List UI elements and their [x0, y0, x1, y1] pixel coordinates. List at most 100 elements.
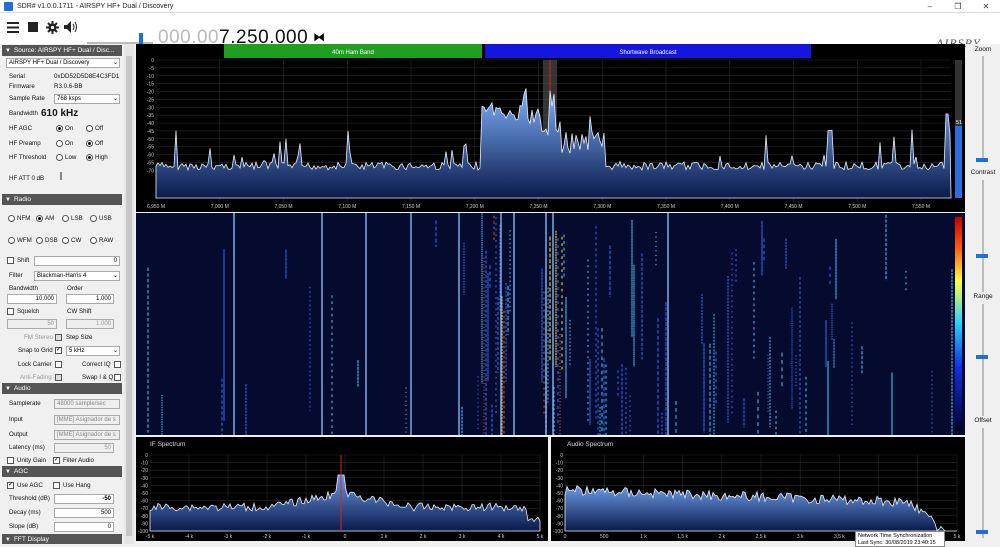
mode-wfm-radio[interactable] — [8, 237, 15, 244]
audio-input-select[interactable]: [MME] Asignador de s — [54, 415, 120, 425]
y-tick-label: -65 — [147, 161, 154, 167]
use-hang-checkbox[interactable] — [53, 482, 60, 489]
snap-to-grid-checkbox[interactable]: ✓ — [55, 347, 62, 354]
hf-threshold-high-radio[interactable] — [86, 154, 93, 161]
fft-section-header[interactable]: ▼ FFT Display — [2, 534, 122, 544]
y-tick-label: -25 — [147, 97, 154, 103]
waterfall-plot[interactable] — [136, 213, 965, 435]
audio-samplerate-select[interactable]: 48000 sample/sec — [54, 399, 120, 409]
range-slider-thumb[interactable] — [976, 355, 988, 359]
shift-checkbox[interactable] — [7, 257, 14, 264]
mode-cw-radio[interactable] — [62, 237, 69, 244]
source-header-label: Source: AIRSPY HF+ Dual / Disc... — [13, 47, 115, 54]
zoom-slider[interactable] — [982, 56, 984, 161]
menu-icon[interactable] — [5, 19, 21, 35]
toolbar: 000.007.250.000 ⧓ AIRSPY — [0, 13, 1000, 50]
hf-agc-off-radio[interactable] — [86, 125, 93, 132]
y-tick-label: -20 — [556, 468, 563, 474]
shift-input[interactable]: 0 — [34, 256, 120, 266]
left-panel-scrollbar[interactable] — [124, 44, 134, 544]
swap-iq-checkbox[interactable] — [114, 374, 121, 381]
anti-fading-checkbox[interactable] — [55, 374, 62, 381]
if-spectrum-plot[interactable]: IF Spectrum 0 -10-20 -30-40 -50 -60-70 -80-90… — [136, 437, 548, 541]
gear-icon[interactable] — [44, 19, 60, 35]
latency-input[interactable]: 50 — [54, 443, 114, 453]
step-size-select[interactable]: 5 kHz ⌄ — [66, 346, 120, 356]
y-tick-label: -70 — [141, 506, 148, 512]
mode-nfm-label: NFM — [17, 215, 31, 222]
spectrum-analyzer[interactable]: 40m Ham Band Shortwave Broadcast 0 -5 -10 -… — [136, 44, 965, 212]
mode-usb-radio[interactable] — [90, 215, 97, 222]
audio-spectrum-panel[interactable]: Audio Spectrum 0 -10 -20 -30 -40 -50 -60 -70 -80… — [551, 437, 965, 541]
mode-raw-radio[interactable] — [90, 237, 97, 244]
mode-dsb-label: DSB — [45, 237, 58, 244]
zoom-label: Zoom — [974, 46, 992, 53]
hf-preamp-on-radio[interactable] — [56, 140, 63, 147]
squelch-checkbox[interactable] — [7, 308, 14, 315]
mode-nfm-radio[interactable] — [8, 215, 15, 222]
mode-am-radio[interactable] — [36, 215, 43, 222]
zoom-slider-thumb[interactable] — [976, 158, 988, 162]
slope-input[interactable]: 0 — [54, 522, 114, 532]
y-tick-label: -70 — [147, 168, 154, 174]
collapse-icon: ▼ — [5, 385, 11, 392]
title-bar: SDR# v1.0.0.1711 - AIRSPY HF+ Dual / Dis… — [0, 0, 1000, 13]
if-spectrum-panel[interactable]: IF Spectrum 0 -10 -20 -30 -40 -50 -60 -70 -80 -90… — [136, 437, 548, 541]
x-tick-label: 4 k — [498, 534, 505, 540]
audio-output-select[interactable]: [MME] Asignador de s — [54, 430, 120, 440]
correct-iq-checkbox[interactable] — [114, 361, 121, 368]
filter-audio-checkbox[interactable]: ✓ — [53, 457, 60, 464]
hf-preamp-label: HF Preamp — [9, 140, 41, 147]
hf-att-slider[interactable] — [60, 172, 62, 180]
offset-slider-thumb[interactable] — [976, 530, 988, 534]
collapse-icon: ▼ — [5, 47, 11, 54]
left-panel: ▼ Source: AIRSPY HF+ Dual / Disc... AIRSP… — [0, 44, 134, 544]
scrollbar-thumb[interactable] — [126, 56, 132, 536]
mode-lsb-radio[interactable] — [62, 215, 69, 222]
bandwidth-value: 610 kHz — [41, 108, 79, 119]
x-tick-label: -2 k — [263, 534, 272, 540]
close-button[interactable]: ✕ — [972, 0, 1000, 13]
y-tick-label: -10 — [141, 461, 148, 467]
minimize-button[interactable]: – — [916, 0, 944, 13]
hf-preamp-off-radio[interactable] — [86, 140, 93, 147]
device-select[interactable]: AIRSPY HF+ Dual / Discovery ⌄ — [6, 58, 120, 68]
bowtie-icon[interactable]: ⧓ — [313, 30, 326, 44]
stop-icon[interactable] — [25, 19, 41, 35]
audio-section-header[interactable]: ▼ Audio — [2, 383, 122, 394]
y-tick-label: 0 — [145, 453, 148, 459]
spectrum-plot[interactable]: 40m Ham Band Shortwave Broadcast 0 -5 -10 -… — [136, 44, 965, 212]
firmware-value: R3.0.6-BB — [54, 83, 83, 90]
use-agc-checkbox[interactable]: ✓ — [7, 482, 14, 489]
order-input[interactable]: 1.000 — [66, 294, 114, 304]
hf-agc-on-radio[interactable] — [56, 125, 63, 132]
radio-section-header[interactable]: ▼ Radio — [2, 194, 122, 205]
filter-select[interactable]: Blackman-Harris 4 ⌄ — [34, 271, 120, 281]
slope-label: Slope (dB) — [9, 523, 39, 530]
x-tick-label: 6,950 M — [147, 204, 165, 210]
audio-spectrum-plot[interactable]: Audio Spectrum 0 -10-20 -30-40 -50 -60-70 -80… — [551, 437, 965, 541]
lock-carrier-checkbox[interactable] — [55, 361, 62, 368]
if-spectrum-title: IF Spectrum — [150, 441, 185, 448]
decay-input[interactable]: 500 — [54, 508, 114, 518]
y-tick-label: 0 — [560, 453, 563, 459]
speaker-icon[interactable] — [63, 19, 79, 35]
contrast-slider[interactable] — [982, 180, 984, 292]
contrast-slider-thumb[interactable] — [976, 254, 988, 258]
offset-slider[interactable] — [982, 428, 984, 538]
mode-dsb-radio[interactable] — [36, 237, 43, 244]
squelch-input[interactable]: 50 — [7, 319, 57, 329]
threshold-input[interactable]: -50 — [54, 494, 114, 504]
hf-threshold-low-radio[interactable] — [56, 154, 63, 161]
fm-stereo-checkbox[interactable] — [55, 334, 62, 341]
waterfall-display[interactable] — [136, 213, 965, 435]
cw-shift-label: CW Shift — [67, 308, 92, 315]
range-slider[interactable] — [982, 304, 984, 416]
unity-gain-checkbox[interactable] — [7, 457, 14, 464]
agc-section-header[interactable]: ▼ AGC — [2, 466, 122, 477]
source-section-header[interactable]: ▼ Source: AIRSPY HF+ Dual / Disc... — [2, 45, 122, 56]
bandwidth-input[interactable]: 10.000 — [7, 294, 57, 304]
samplerate-select[interactable]: 768 ksps ⌄ — [54, 94, 120, 104]
maximize-button[interactable]: ❐ — [944, 0, 972, 13]
cw-shift-input[interactable]: 1.000 — [66, 319, 114, 329]
